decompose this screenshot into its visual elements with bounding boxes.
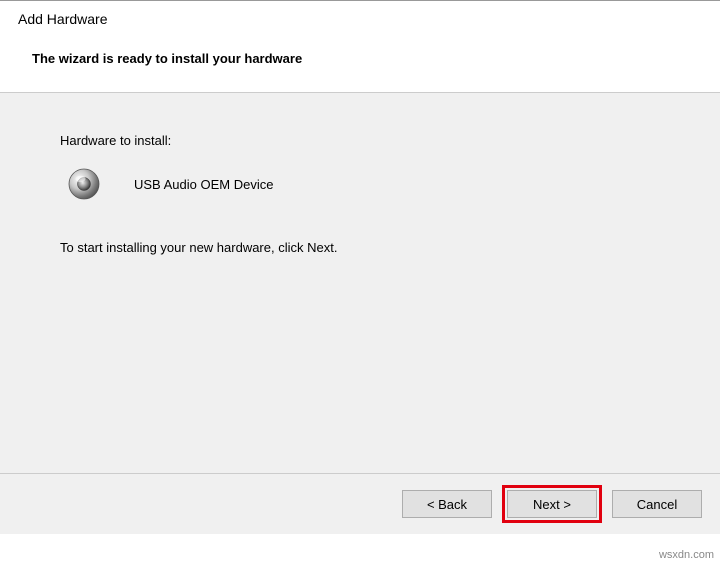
window-title: Add Hardware (18, 11, 702, 27)
cancel-button[interactable]: Cancel (612, 490, 702, 518)
instruction-text: To start installing your new hardware, c… (60, 240, 660, 255)
speaker-icon (66, 166, 102, 202)
hardware-label: Hardware to install: (60, 133, 660, 148)
watermark: wsxdn.com (659, 549, 714, 561)
wizard-subtitle: The wizard is ready to install your hard… (32, 51, 702, 66)
next-button[interactable]: Next > (507, 490, 597, 518)
device-row: USB Audio OEM Device (66, 166, 660, 202)
wizard-header: Add Hardware The wizard is ready to inst… (0, 1, 720, 92)
wizard-footer: < Back Next > Cancel (0, 474, 720, 534)
next-highlight: Next > (502, 485, 602, 523)
back-button[interactable]: < Back (402, 490, 492, 518)
device-name: USB Audio OEM Device (134, 177, 273, 192)
wizard-content: Hardware to install: (0, 93, 720, 473)
